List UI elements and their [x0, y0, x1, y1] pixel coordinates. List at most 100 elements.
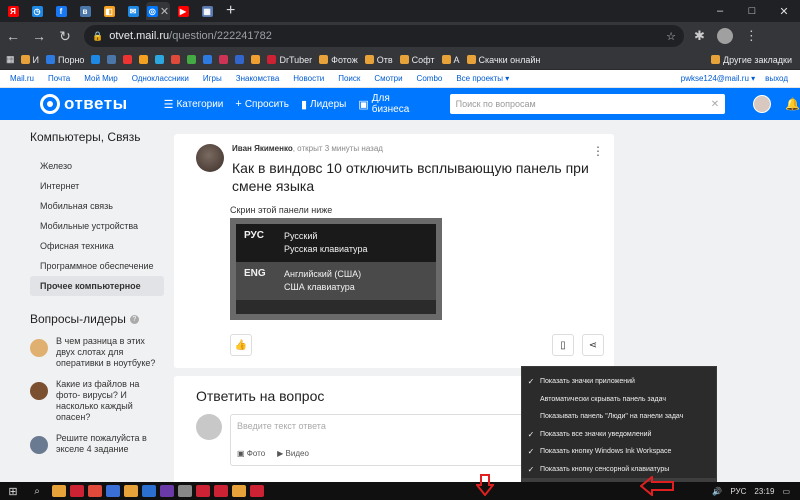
- context-menu-item[interactable]: Показывать панель "Люди" на панели задач: [522, 408, 716, 426]
- bookmark-item[interactable]: [123, 55, 133, 65]
- tab-6[interactable]: ✉: [122, 2, 144, 20]
- address-bar[interactable]: 🔒 otvet.mail.ru/question/222241782 ☆: [84, 25, 684, 47]
- close-window-button[interactable]: ✕: [768, 5, 800, 18]
- bookmark-item[interactable]: А: [441, 55, 460, 65]
- user-avatar[interactable]: [753, 95, 772, 113]
- bookmark-item[interactable]: [203, 55, 213, 65]
- nav-ask[interactable]: + Спросить: [235, 98, 289, 110]
- language-indicator[interactable]: РУС: [730, 487, 746, 496]
- new-tab-button[interactable]: +: [226, 2, 235, 20]
- notifications-icon[interactable]: ▭: [782, 487, 790, 496]
- leader-question-text[interactable]: В чем разница в этих двух слотах для опе…: [56, 336, 164, 369]
- bookmark-item[interactable]: Фотож: [319, 55, 358, 65]
- sidebar-item[interactable]: Офисная техника: [30, 236, 164, 256]
- bookmark-item[interactable]: [171, 55, 181, 65]
- user-email[interactable]: pwkse124@mail.ru ▾: [681, 74, 755, 83]
- other-bookmarks[interactable]: Другие закладки: [711, 55, 792, 65]
- portal-nav-link[interactable]: Mail.ru: [10, 74, 34, 83]
- forward-icon[interactable]: →: [26, 28, 52, 44]
- portal-nav-link[interactable]: Знакомства: [236, 74, 280, 83]
- leader-question-text[interactable]: Какие из файлов на фото- вирусы? И наско…: [56, 379, 164, 423]
- maximize-button[interactable]: □: [736, 5, 768, 17]
- bookmark-item[interactable]: Скачки онлайн: [466, 55, 540, 65]
- leader-question[interactable]: В чем разница в этих двух слотах для опе…: [30, 336, 164, 369]
- nav-business[interactable]: ▣ Для бизнеса: [358, 93, 429, 115]
- leader-question-text[interactable]: Решите пожалуйста в экселе 4 задание: [56, 433, 164, 455]
- taskbar-app-icon[interactable]: [124, 485, 138, 497]
- volume-icon[interactable]: 🔊: [712, 487, 722, 496]
- bookmark-item[interactable]: [155, 55, 165, 65]
- taskbar-app-icon[interactable]: [196, 485, 210, 497]
- taskbar-app-icon[interactable]: [232, 485, 246, 497]
- search-input[interactable]: Поиск по вопросам ✕: [449, 94, 726, 114]
- back-icon[interactable]: ←: [0, 28, 26, 44]
- taskbar-app-icon[interactable]: [88, 485, 102, 497]
- context-menu-item[interactable]: ✓ Показать все значки уведомлений: [522, 426, 716, 444]
- answer-textarea[interactable]: Введите текст ответа ▣ Фото ▶ Видео: [230, 414, 540, 466]
- sidebar-item[interactable]: Мобильная связь: [30, 196, 164, 216]
- bookmark-item[interactable]: Порно: [45, 55, 84, 65]
- portal-nav-link[interactable]: Одноклассники: [132, 74, 189, 83]
- clock[interactable]: 23:19: [754, 487, 774, 496]
- sidebar-item[interactable]: Интернет: [30, 176, 164, 196]
- menu-icon[interactable]: ⋮: [745, 28, 758, 44]
- context-menu-item[interactable]: ✓ Показать значки приложений: [522, 373, 716, 391]
- otvety-logo[interactable]: ответы: [40, 94, 128, 114]
- author-avatar[interactable]: [196, 144, 224, 172]
- taskbar-app-icon[interactable]: [160, 485, 174, 497]
- sidebar-item[interactable]: Мобильные устройства: [30, 216, 164, 236]
- bookmark-item[interactable]: [139, 55, 149, 65]
- bookmark-item[interactable]: [107, 55, 117, 65]
- context-menu-item[interactable]: Автоматически скрывать панель задач: [522, 391, 716, 409]
- bookmark-item[interactable]: [187, 55, 197, 65]
- portal-nav-link[interactable]: Поиск: [338, 74, 360, 83]
- bookmark-item[interactable]: [251, 55, 261, 65]
- tab-vk[interactable]: в: [74, 2, 96, 20]
- portal-nav-link[interactable]: Игры: [203, 74, 222, 83]
- taskbar-app-icon[interactable]: [214, 485, 228, 497]
- taskbar-app-icon[interactable]: [250, 485, 264, 497]
- portal-nav-link[interactable]: Combo: [417, 74, 443, 83]
- bookmark-item[interactable]: Софт: [399, 55, 435, 65]
- tab-yandex[interactable]: Я: [2, 2, 24, 20]
- share-button[interactable]: ⋖: [582, 334, 604, 356]
- tab-youtube[interactable]: ▶: [172, 2, 194, 20]
- tab-5[interactable]: ◧: [98, 2, 120, 20]
- tab-otvet[interactable]: ◎ ✕: [146, 2, 170, 20]
- bookmark-item[interactable]: [219, 55, 229, 65]
- author-name[interactable]: Иван Якименко: [232, 144, 293, 153]
- add-video-button[interactable]: ▶ Видео: [277, 449, 309, 458]
- tab-2[interactable]: ◷: [26, 2, 48, 20]
- sidebar-item[interactable]: Железо: [30, 156, 164, 176]
- question-screenshot-image[interactable]: РУС Русский Русская клавиатура ENG Англий…: [230, 218, 442, 320]
- bookmark-item[interactable]: Отв: [364, 55, 393, 65]
- tab-9[interactable]: ▦: [196, 2, 218, 20]
- context-menu-item[interactable]: ✓ Показать кнопку Windows Ink Workspace: [522, 443, 716, 461]
- bookmark-item[interactable]: DrTuber: [267, 55, 312, 65]
- reload-icon[interactable]: ↻: [52, 28, 78, 45]
- taskbar-app-icon[interactable]: [178, 485, 192, 497]
- context-menu-item[interactable]: ✓ Показать кнопку сенсорной клавиатуры: [522, 461, 716, 479]
- bookmark-item[interactable]: И: [20, 55, 39, 65]
- more-options-icon[interactable]: ⋮: [592, 144, 604, 158]
- extensions-icon[interactable]: ✱: [694, 28, 705, 44]
- profile-avatar[interactable]: [716, 28, 733, 44]
- leader-question[interactable]: Какие из файлов на фото- вирусы? И наско…: [30, 379, 164, 423]
- close-tab-icon[interactable]: ✕: [160, 5, 169, 18]
- bookmark-button[interactable]: ▯: [552, 334, 574, 356]
- nav-categories[interactable]: ☰ Категории: [164, 98, 224, 111]
- bookmark-item[interactable]: [235, 55, 245, 65]
- taskbar-app-icon[interactable]: [52, 485, 66, 497]
- portal-nav-link[interactable]: Мой Мир: [84, 74, 117, 83]
- add-photo-button[interactable]: ▣ Фото: [237, 449, 265, 458]
- help-icon[interactable]: ?: [129, 314, 139, 324]
- like-button[interactable]: 👍: [230, 334, 252, 356]
- sidebar-item[interactable]: Прочее компьютерное: [30, 276, 164, 296]
- sidebar-item[interactable]: Программное обеспечение: [30, 256, 164, 276]
- taskbar-app-icon[interactable]: [70, 485, 84, 497]
- taskbar-app-icon[interactable]: [142, 485, 156, 497]
- portal-nav-link[interactable]: Смотри: [374, 74, 402, 83]
- clear-search-icon[interactable]: ✕: [711, 99, 719, 110]
- logout-link[interactable]: выход: [765, 74, 788, 83]
- minimize-button[interactable]: –: [704, 5, 736, 17]
